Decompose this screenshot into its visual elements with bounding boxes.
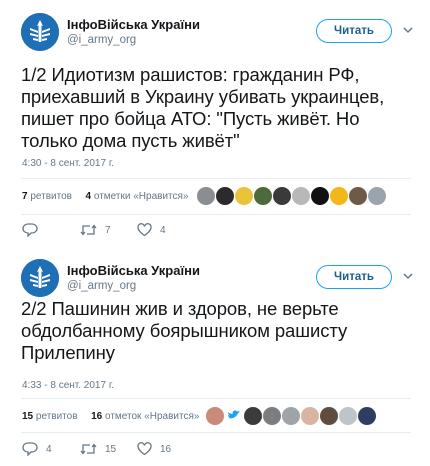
liker-avatar[interactable] (206, 407, 224, 425)
reply-icon (22, 223, 38, 237)
liker-avatar[interactable] (349, 187, 367, 205)
likes-label[interactable]: отметки «Нравится» (94, 191, 189, 202)
avatar[interactable] (21, 259, 59, 297)
liker-avatar[interactable] (320, 407, 338, 425)
liker-avatar[interactable] (263, 407, 281, 425)
liker-avatar[interactable] (358, 407, 376, 425)
liker-avatars (197, 187, 407, 207)
avatar[interactable] (21, 13, 59, 51)
engagement-stats: 15 ретвитов 16 отметок «Нравится» (22, 411, 199, 422)
follow-button[interactable]: Читать (316, 265, 392, 289)
army-emblem-icon (21, 13, 59, 51)
liker-avatar[interactable] (330, 187, 348, 205)
liker-avatar[interactable] (292, 187, 310, 205)
author-handle[interactable]: @i_army_org (67, 34, 136, 46)
retweet-count: 7 (105, 224, 111, 236)
liker-avatars (206, 407, 406, 427)
retweet-count: 15 (105, 443, 117, 455)
like-count: 4 (160, 224, 166, 236)
like-button[interactable]: 4 (137, 221, 166, 239)
tweet-actions: 4 15 16 (22, 440, 222, 458)
tweet-timestamp[interactable]: 4:30 - 8 сент. 2017 г. (22, 158, 114, 169)
tweet-actions: 7 4 (22, 221, 222, 239)
divider (21, 398, 411, 399)
follow-button[interactable]: Читать (316, 19, 392, 43)
retweets-count[interactable]: 15 (22, 411, 33, 422)
likes-label[interactable]: отметок «Нравится» (105, 411, 199, 422)
like-button[interactable]: 16 (137, 440, 171, 458)
chevron-down-icon[interactable] (401, 23, 415, 37)
reply-icon (22, 442, 38, 456)
reply-count: 4 (46, 443, 52, 455)
chevron-down-icon[interactable] (401, 269, 415, 283)
tweet-1: ІнфоВійська України @i_army_org Читать 1… (0, 0, 430, 245)
liker-avatar[interactable] (301, 407, 319, 425)
liker-avatar[interactable] (339, 407, 357, 425)
likes-count[interactable]: 4 (86, 191, 92, 202)
tweet-timestamp[interactable]: 4:33 - 8 сент. 2017 г. (22, 380, 114, 391)
like-count: 16 (160, 443, 172, 455)
tweet-2: ІнфоВійська України @i_army_org Читать 2… (0, 245, 430, 466)
liker-avatar[interactable] (282, 407, 300, 425)
heart-icon (137, 223, 152, 237)
tweet-header: ІнфоВійська України @i_army_org Читать (21, 259, 421, 303)
liker-avatar[interactable] (225, 407, 243, 425)
heart-icon (137, 442, 152, 456)
retweets-label[interactable]: ретвитов (30, 191, 72, 202)
tweet-text: 1/2 Идиотизм рашистов: гражданин РФ, при… (21, 64, 385, 151)
tweet-text: 2/2 Пашинин жив и здоров, не верьте обдо… (21, 298, 348, 363)
liker-avatar[interactable] (254, 187, 272, 205)
liker-avatar[interactable] (244, 407, 262, 425)
liker-avatar[interactable] (273, 187, 291, 205)
retweets-label[interactable]: ретвитов (36, 411, 78, 422)
retweet-icon (80, 443, 97, 455)
divider (21, 214, 411, 215)
retweets-count[interactable]: 7 (22, 191, 28, 202)
liker-avatar[interactable] (235, 187, 253, 205)
army-emblem-icon (21, 259, 59, 297)
reply-button[interactable] (22, 221, 46, 239)
retweet-icon (80, 224, 97, 236)
liker-avatar[interactable] (311, 187, 329, 205)
author-name[interactable]: ІнфоВійська України (67, 263, 200, 278)
divider (21, 432, 411, 433)
bird-icon (228, 410, 240, 419)
retweet-button[interactable]: 7 (80, 221, 111, 239)
divider (21, 178, 411, 179)
author-handle[interactable]: @i_army_org (67, 280, 136, 292)
tweet-header: ІнфоВійська України @i_army_org Читать (21, 13, 421, 57)
liker-avatar[interactable] (197, 187, 215, 205)
author-name[interactable]: ІнфоВійська України (67, 17, 200, 32)
liker-avatar[interactable] (368, 187, 386, 205)
likes-count[interactable]: 16 (91, 411, 102, 422)
reply-button[interactable]: 4 (22, 440, 52, 458)
retweet-button[interactable]: 15 (80, 440, 116, 458)
liker-avatar[interactable] (216, 187, 234, 205)
engagement-stats: 7 ретвитов 4 отметки «Нравится» (22, 191, 188, 202)
